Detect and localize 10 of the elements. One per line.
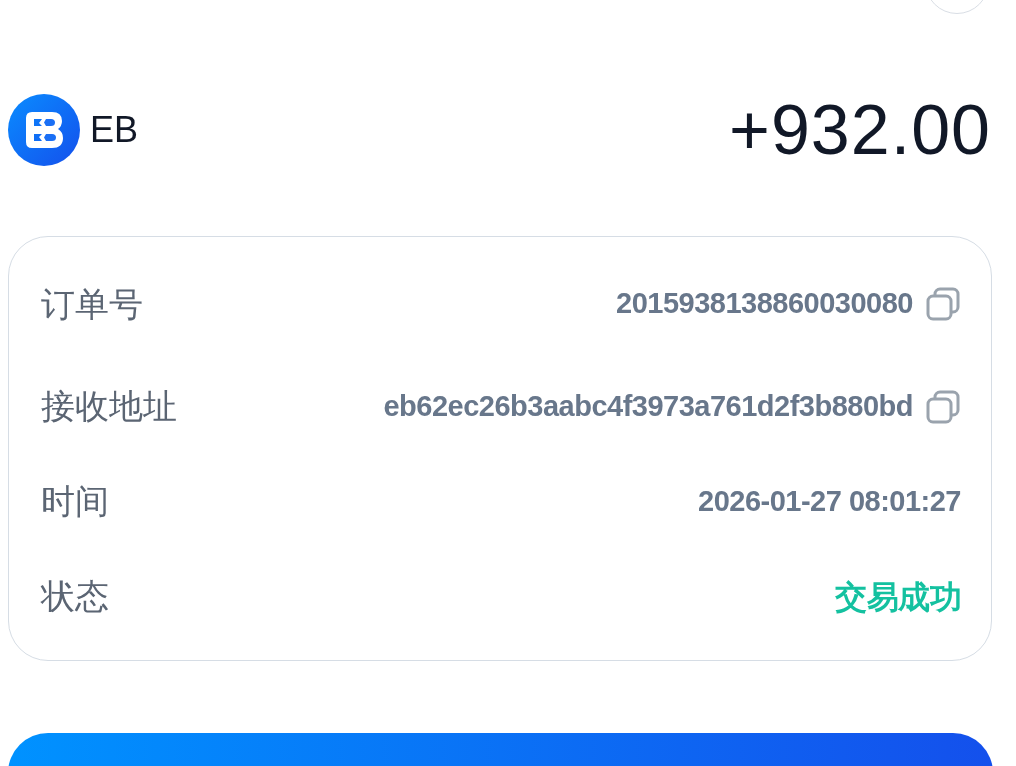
detail-label: 状态 xyxy=(41,576,109,617)
detail-label: 订单号 xyxy=(41,283,143,325)
coin-symbol: EB xyxy=(90,108,139,152)
detail-value: 2015938138860030080 xyxy=(616,286,913,322)
status-text: 交易成功 xyxy=(835,577,961,617)
detail-label: 接收地址 xyxy=(41,386,177,427)
amount: +932.00 xyxy=(729,95,991,165)
detail-value: 2026-01-27 08:01:27 xyxy=(698,483,961,519)
detail-label: 时间 xyxy=(41,481,109,522)
detail-value: eb62ec26b3aabc4f3973a761d2f3b880bd xyxy=(383,388,913,424)
